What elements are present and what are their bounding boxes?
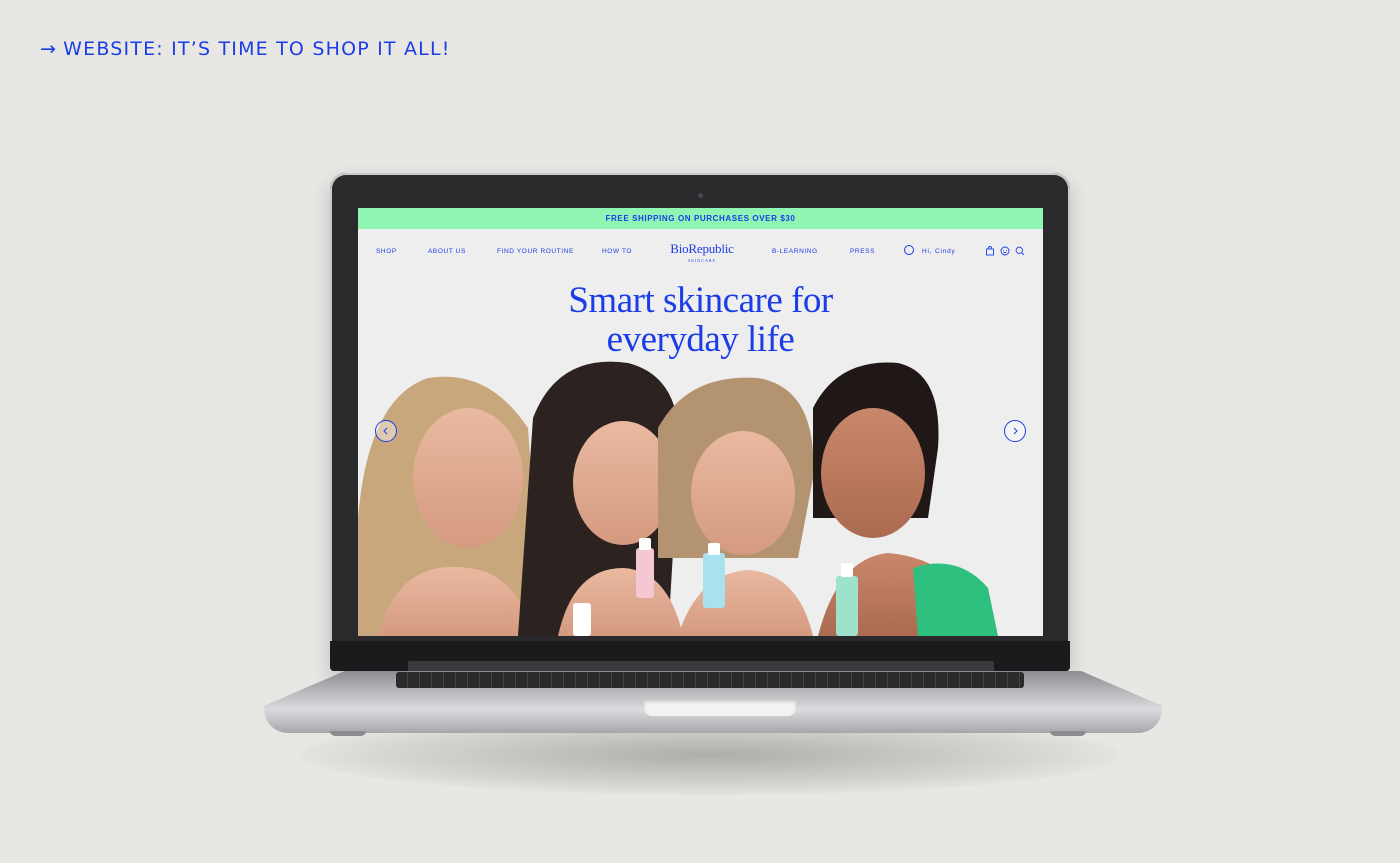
hero-title-line-1: Smart skincare for: [568, 280, 833, 321]
shipping-banner: FREE SHIPPING ON PURCHASES OVER $30: [358, 208, 1043, 229]
carousel-prev-button[interactable]: [375, 420, 397, 442]
section-caption: → WEBSITE: IT’S TIME TO SHOP IT ALL!: [40, 38, 451, 60]
hero-title: Smart skincare for everyday life: [358, 281, 1043, 359]
nav-how-to[interactable]: HOW TO: [602, 248, 632, 255]
caption-text: WEBSITE: IT’S TIME TO SHOP IT ALL!: [63, 38, 451, 60]
pink-product: [636, 548, 654, 598]
nav-b-learning[interactable]: B-LEARNING: [772, 248, 818, 255]
nav-press[interactable]: PRESS: [850, 248, 875, 255]
nav-shop[interactable]: SHOP: [376, 248, 397, 255]
blue-product: [703, 553, 725, 608]
white-product: [573, 603, 591, 636]
chevron-right-icon: [1013, 427, 1018, 435]
logo-name: BioRepublic: [670, 241, 734, 256]
website-screen: FREE SHIPPING ON PURCHASES OVER $30 SHOP…: [358, 208, 1043, 636]
arrow-right-icon: →: [40, 38, 58, 60]
carousel-next-button[interactable]: [1004, 420, 1026, 442]
nav-find-your-routine[interactable]: FIND YOUR ROUTINE: [497, 248, 574, 255]
bag-icon[interactable]: [985, 246, 995, 256]
laptop-foot-right: [1050, 731, 1086, 736]
nav-about-us[interactable]: ABOUT US: [428, 248, 466, 255]
hero-photo: [358, 361, 998, 636]
laptop-keyboard: [396, 672, 1024, 688]
hero-title-line-2: everyday life: [606, 319, 795, 360]
chevron-left-icon: [383, 427, 388, 435]
laptop-open-notch: [644, 700, 796, 716]
logo-tagline: SKINCARE: [687, 258, 716, 263]
laptop-foot-left: [330, 731, 366, 736]
face-icon[interactable]: [1000, 246, 1010, 256]
brand-logo[interactable]: BioRepublic SKINCARE: [662, 241, 742, 263]
green-product: [836, 576, 858, 636]
search-icon[interactable]: [1015, 246, 1025, 256]
user-icon[interactable]: [904, 245, 914, 255]
main-nav: SHOP ABOUT US FIND YOUR ROUTINE HOW TO B…: [358, 229, 1043, 273]
camera-dot: [698, 193, 703, 198]
greeting-text[interactable]: Hi, Cindy: [922, 248, 956, 255]
